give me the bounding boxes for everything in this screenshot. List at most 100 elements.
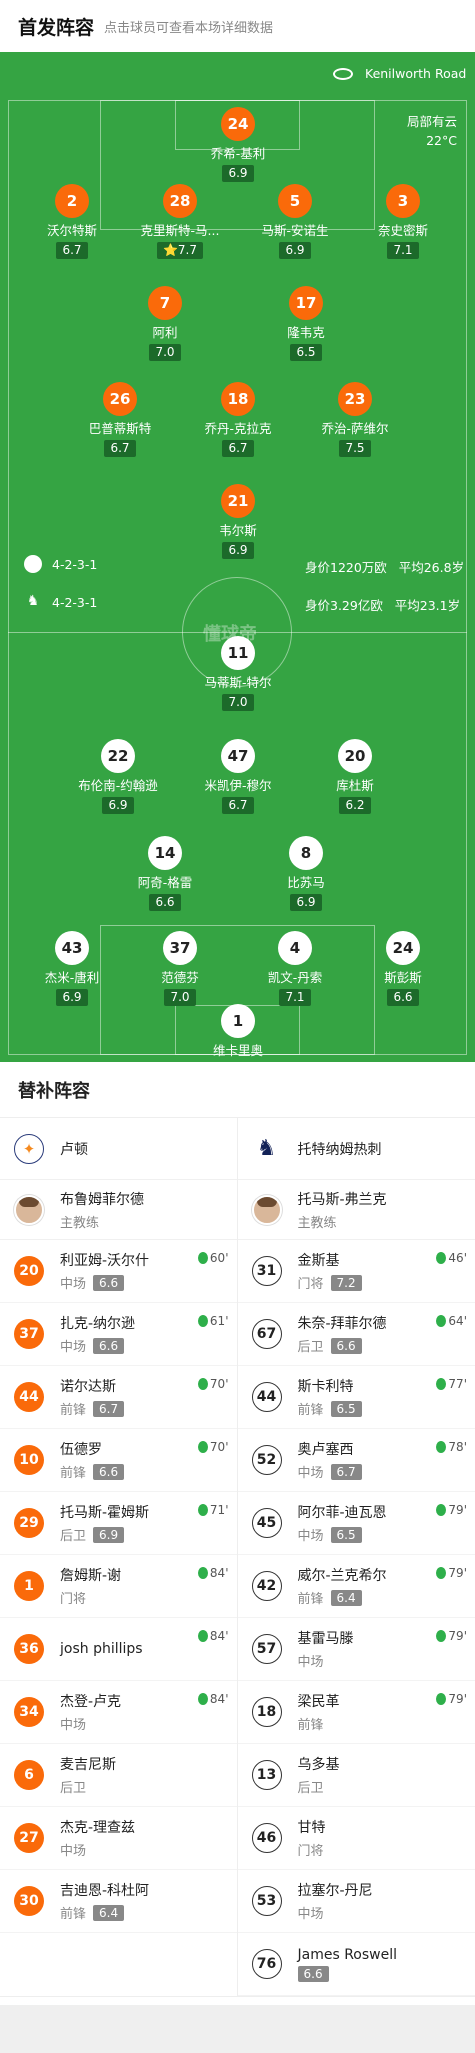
sub-in-minute: 79' bbox=[448, 1503, 467, 1517]
sub-meta: 前锋 bbox=[298, 1714, 340, 1733]
luton-badge-icon: ✦ bbox=[14, 1133, 44, 1164]
player-card[interactable]: 23 乔治-萨维尔 7.5 bbox=[285, 382, 425, 457]
sub-info: 威尔-兰克希尔 前锋 6.4 bbox=[298, 1565, 387, 1607]
away-team-row[interactable]: ♞ 托特纳姆热刺 bbox=[237, 1118, 475, 1180]
sub-player-row[interactable]: 27 杰克-理查兹 中场 bbox=[0, 1807, 237, 1870]
sub-player-row[interactable]: 34 杰登-卢克 中场 84' bbox=[0, 1681, 237, 1744]
sub-player-row[interactable]: 30 吉迪恩-科杜阿 前锋 6.4 bbox=[0, 1870, 237, 1933]
away-formation: 4-2-3-1 bbox=[52, 594, 98, 610]
home-formation: 4-2-3-1 bbox=[52, 556, 98, 572]
sub-number: 46 bbox=[251, 1823, 282, 1853]
sub-in-marker: 79' bbox=[436, 1692, 467, 1706]
sub-in-icon bbox=[436, 1567, 447, 1579]
home-team-row[interactable]: ✦ 卢顿 bbox=[0, 1118, 237, 1180]
sub-info: 吉迪恩-科杜阿 前锋 6.4 bbox=[60, 1880, 149, 1922]
player-number: 37 bbox=[163, 931, 197, 965]
footer-bar bbox=[0, 2005, 475, 2053]
sub-player-row[interactable]: 10 伍德罗 前锋 6.6 70' bbox=[0, 1429, 237, 1492]
player-card[interactable]: 24 乔希-基利 6.9 bbox=[168, 107, 308, 182]
player-number: 11 bbox=[221, 636, 255, 670]
player-card[interactable]: 14 阿奇-格雷 6.6 bbox=[95, 836, 235, 911]
sub-position: 前锋 bbox=[60, 1403, 87, 1418]
player-number: 26 bbox=[103, 382, 137, 416]
sub-player-row[interactable]: 6 麦吉尼斯 后卫 bbox=[0, 1744, 237, 1807]
player-number: 20 bbox=[338, 739, 372, 773]
sub-player-row[interactable]: 20 利亚姆-沃尔什 中场 6.6 60' bbox=[0, 1240, 237, 1303]
sub-position: 中场 bbox=[297, 1655, 324, 1670]
sub-name: 伍德罗 bbox=[60, 1442, 102, 1458]
sub-name: 基雷马滕 bbox=[297, 1631, 354, 1647]
sub-player-row[interactable]: 37 扎克-纳尔逊 中场 6.6 61' bbox=[0, 1303, 237, 1366]
player-card[interactable]: 11 马蒂斯-特尔 7.0 bbox=[168, 636, 308, 711]
sub-name: 威尔-兰克希尔 bbox=[297, 1568, 387, 1584]
player-card[interactable]: 1维卡里奥6.7 bbox=[168, 1004, 308, 1062]
tottenham-badge-icon: ♞ bbox=[256, 1136, 277, 1161]
sub-player-row[interactable]: 36 josh phillips 84' bbox=[0, 1618, 237, 1681]
sub-player-row[interactable]: 1 詹姆斯-谢 门将 84' bbox=[0, 1555, 237, 1618]
sub-info: 基雷马滕 中场 bbox=[298, 1628, 354, 1670]
sub-player-row[interactable]: 42 威尔-兰克希尔 前锋 6.4 79' bbox=[237, 1555, 475, 1618]
sub-player-row[interactable]: 18 梁民革 前锋 79' bbox=[237, 1681, 475, 1744]
sub-info: 托马斯-霍姆斯 后卫 6.9 bbox=[60, 1502, 149, 1544]
home-coach-role: 主教练 bbox=[60, 1215, 100, 1231]
player-card[interactable]: 24 斯彭斯 6.6 bbox=[333, 931, 473, 1006]
away-coach[interactable]: 托马斯-弗兰克 主教练 bbox=[237, 1180, 475, 1240]
sub-player-row[interactable]: 53 拉塞尔-丹尼 中场 bbox=[237, 1870, 475, 1933]
home-coach[interactable]: 布鲁姆菲尔德 主教练 bbox=[0, 1180, 237, 1240]
player-rating: 6.7 bbox=[104, 440, 136, 457]
sub-in-marker: 79' bbox=[436, 1629, 467, 1643]
player-card[interactable]: 20 库杜斯 6.2 bbox=[285, 739, 425, 814]
sub-in-icon bbox=[197, 1315, 208, 1327]
sub-player-row[interactable]: 52 奥卢塞西 中场 6.7 78' bbox=[237, 1429, 475, 1492]
player-rating: 6.7 bbox=[222, 797, 254, 814]
sub-player-row[interactable]: 76 James Roswell 6.6 bbox=[237, 1933, 475, 1996]
player-card[interactable]: 21 韦尔斯 6.9 bbox=[168, 484, 308, 559]
lineup-subtitle: 点击球员可查看本场详细数据 bbox=[104, 20, 274, 36]
player-card[interactable]: 17 隆韦克 6.5 bbox=[236, 286, 376, 361]
temperature: 22°C bbox=[426, 133, 457, 148]
sub-rating: 6.7 bbox=[93, 1400, 125, 1417]
sub-in-icon bbox=[436, 1441, 447, 1453]
sub-in-icon bbox=[436, 1504, 447, 1516]
sub-player-row[interactable]: 67 朱奈-拜菲尔德 后卫 6.6 64' bbox=[237, 1303, 475, 1366]
sub-number: 76 bbox=[251, 1949, 282, 1979]
player-card[interactable]: 8 比苏马 6.9 bbox=[236, 836, 376, 911]
sub-name: 斯卡利特 bbox=[297, 1379, 354, 1395]
sub-meta: 中场 bbox=[298, 1651, 354, 1670]
sub-name: 拉塞尔-丹尼 bbox=[297, 1883, 373, 1899]
player-number: 5 bbox=[278, 184, 312, 218]
sub-player-row[interactable]: 46 甘特 门将 bbox=[237, 1807, 475, 1870]
sub-player-row[interactable]: 44 斯卡利特 前锋 6.5 77' bbox=[237, 1366, 475, 1429]
sub-rating: 6.7 bbox=[330, 1463, 362, 1480]
sub-in-icon bbox=[197, 1252, 208, 1264]
sub-info: josh phillips bbox=[60, 1641, 143, 1657]
sub-player-row[interactable]: 57 基雷马滕 中场 79' bbox=[237, 1618, 475, 1681]
rating-value: 7.7 bbox=[177, 243, 198, 257]
sub-in-minute: 78' bbox=[448, 1440, 467, 1454]
sub-info: 斯卡利特 前锋 6.5 bbox=[298, 1376, 362, 1418]
sub-position: 门将 bbox=[60, 1592, 87, 1607]
sub-number: 10 bbox=[14, 1445, 44, 1475]
sub-info: 梁民革 前锋 bbox=[298, 1691, 340, 1733]
sub-player-row[interactable]: 31 金斯基 门将 7.2 46' bbox=[237, 1240, 475, 1303]
sub-info: 金斯基 门将 7.2 bbox=[298, 1250, 362, 1292]
sub-name: 乌多基 bbox=[297, 1757, 340, 1773]
pitch: Kenilworth Road 局部有云 22°C 4-2-3-1 身价1220… bbox=[0, 52, 475, 1062]
player-card[interactable]: 7 阿利 7.0 bbox=[95, 286, 235, 361]
sub-in-minute: 84' bbox=[209, 1566, 229, 1580]
sub-position: 中场 bbox=[297, 1466, 324, 1481]
sub-player-row[interactable]: 45 阿尔菲-迪瓦恩 中场 6.5 79' bbox=[237, 1492, 475, 1555]
sub-player-row[interactable]: 44 诺尔达斯 前锋 6.7 70' bbox=[0, 1366, 237, 1429]
sub-player-row[interactable]: 13 乌多基 后卫 bbox=[237, 1744, 475, 1807]
player-rating: 6.9 bbox=[56, 989, 88, 1006]
sub-in-minute: 79' bbox=[448, 1692, 467, 1706]
player-rating: 6.6 bbox=[149, 894, 181, 911]
player-card[interactable]: 3 奈史密斯 7.1 bbox=[333, 184, 473, 259]
weather: 局部有云 bbox=[406, 114, 457, 129]
sub-name: 金斯基 bbox=[297, 1253, 340, 1269]
sub-player-row[interactable]: 29 托马斯-霍姆斯 后卫 6.9 71' bbox=[0, 1492, 237, 1555]
player-card[interactable]: 22 布伦南-约翰逊 6.9 bbox=[48, 739, 188, 814]
player-number: 21 bbox=[221, 484, 255, 518]
sub-meta: 后卫 6.9 bbox=[60, 1525, 149, 1544]
sub-in-marker: 84' bbox=[197, 1692, 229, 1706]
